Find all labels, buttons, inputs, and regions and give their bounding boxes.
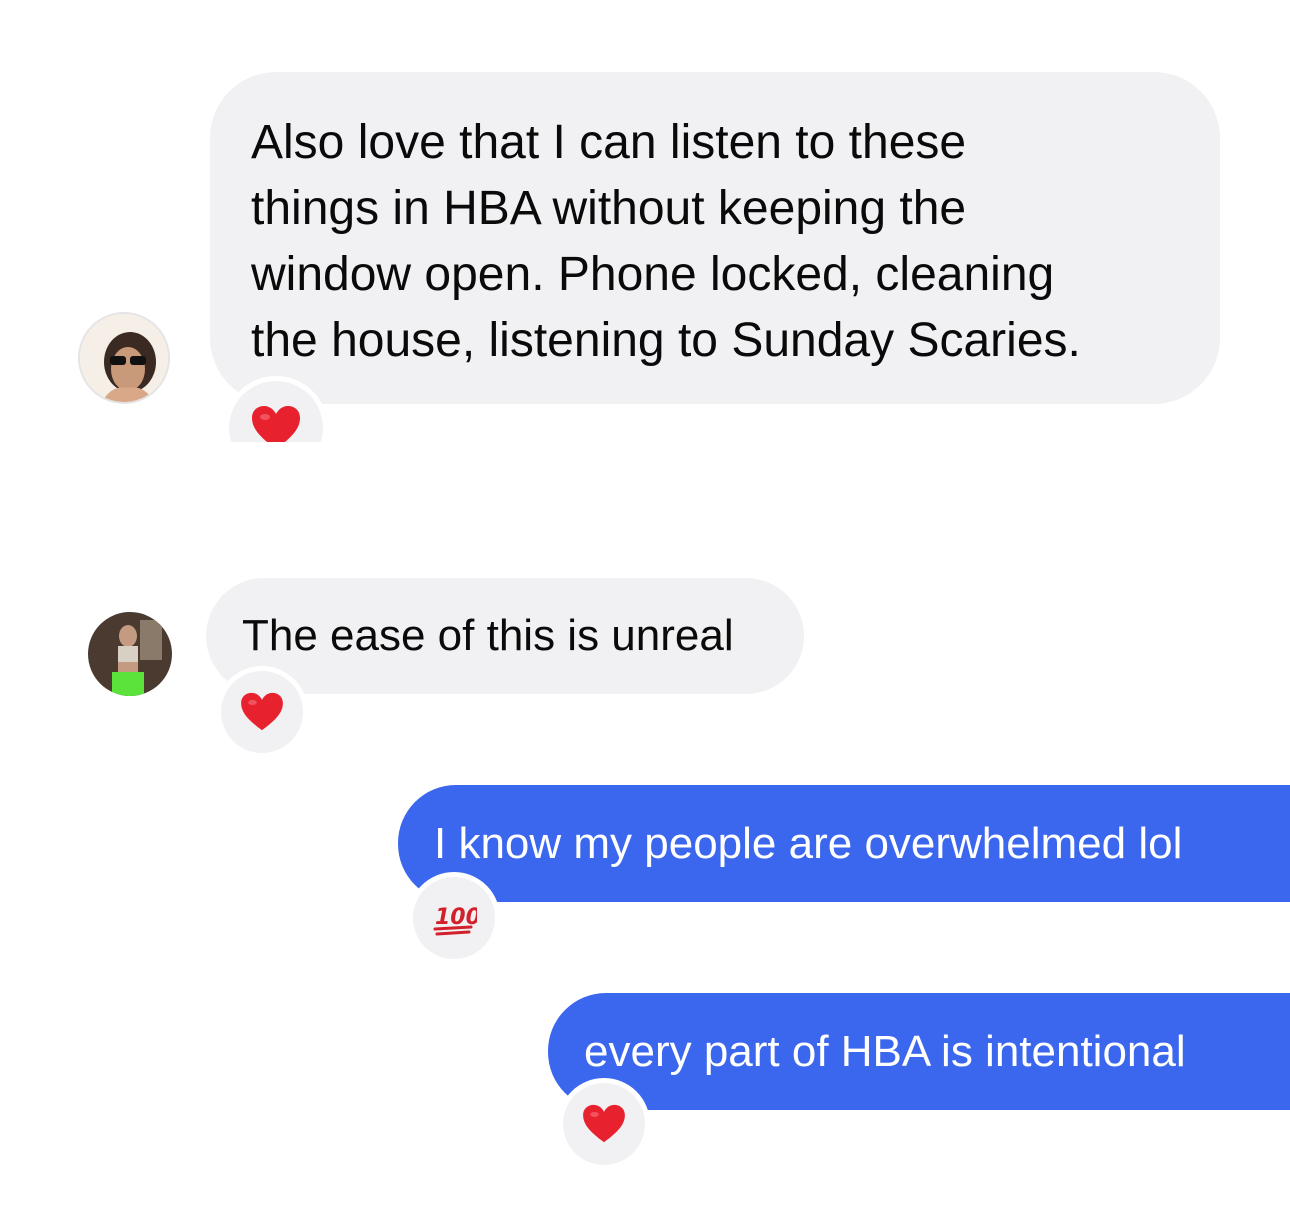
sender-avatar-1[interactable] [78,312,170,404]
message-line: window open. Phone locked, cleaning [251,248,1055,301]
message-text: I know my people are overwhelmed lol [434,819,1183,868]
reaction-badge[interactable] [558,1078,650,1170]
message-line: Also love that I can listen to these [251,116,967,169]
reaction-crop [200,442,360,492]
message-bubble[interactable]: Also love that I can listen to these thi… [210,72,1220,404]
hundred-points-icon: 100 [433,905,477,936]
message-line: the house, listening to Sunday Scaries. [251,314,1081,367]
message-text: every part of HBA is intentional [584,1027,1186,1076]
reaction-badge[interactable]: 100 [408,872,500,964]
red-heart-icon [583,1104,625,1143]
message-bubble[interactable]: every part of HBA is intentional [548,993,1290,1110]
message-line: things in HBA without keeping the [251,182,967,235]
message-bubble[interactable]: I know my people are overwhelmed lol [398,785,1290,902]
reaction-badge[interactable] [216,666,308,758]
red-heart-icon [241,692,283,731]
message-text: The ease of this is unreal [242,611,734,660]
message-bubble[interactable]: The ease of this is unreal [206,578,804,694]
sender-avatar-2[interactable] [88,612,172,696]
